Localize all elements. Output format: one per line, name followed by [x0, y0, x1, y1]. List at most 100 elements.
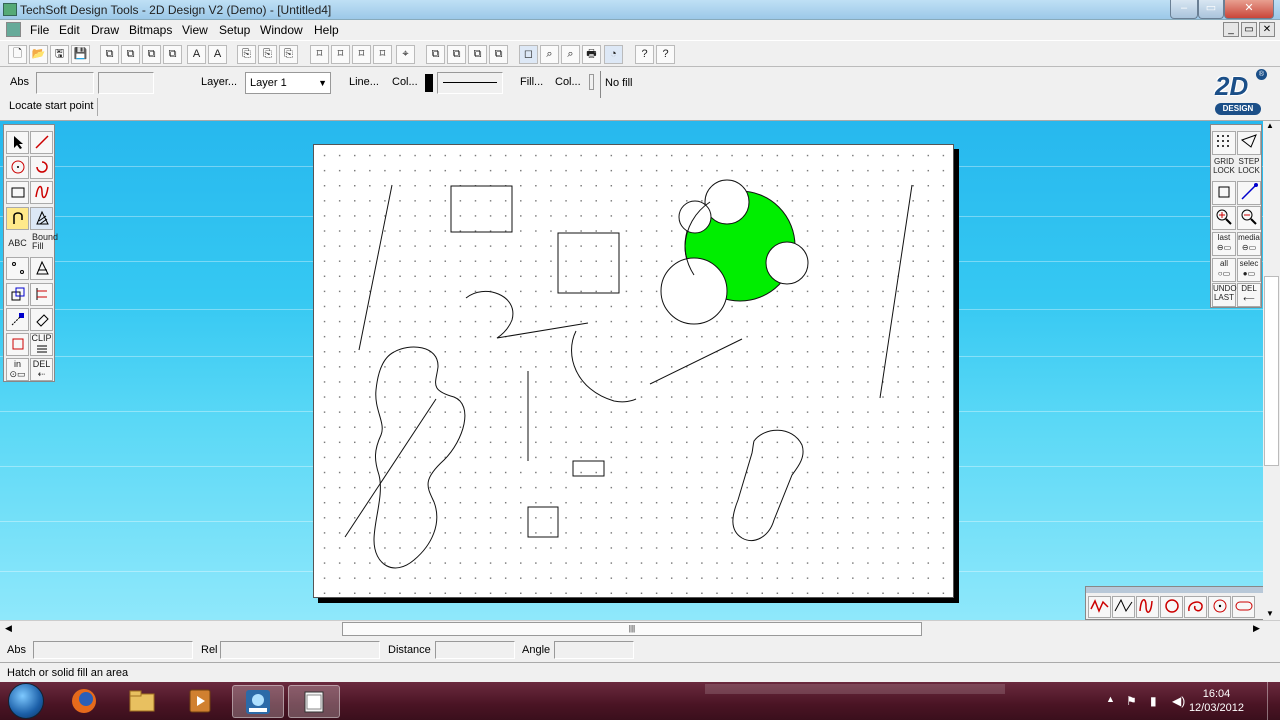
angle-snap-icon[interactable]	[1237, 131, 1261, 155]
menu-draw[interactable]: Draw	[91, 23, 119, 37]
move-icon[interactable]: ⌖	[396, 45, 415, 64]
zoom-in-icon[interactable]	[1212, 206, 1236, 230]
offset-tool[interactable]	[6, 283, 29, 306]
delete-tool[interactable]: DEL ⇠	[30, 358, 53, 381]
menu-help[interactable]: Help	[314, 23, 339, 37]
mirror-icon[interactable]: ⧉	[121, 45, 140, 64]
cut-icon[interactable]: ⎘	[237, 45, 256, 64]
zoom-icon[interactable]: ⌕	[561, 45, 580, 64]
fill-color-swatch[interactable]	[589, 74, 594, 90]
window-taskbar-icon[interactable]	[288, 685, 340, 718]
abs-y-field[interactable]	[98, 72, 154, 94]
mdi-restore-button[interactable]: ▭	[1241, 22, 1257, 37]
line-shape[interactable]	[358, 184, 393, 351]
rotate-icon[interactable]: ⧉	[142, 45, 161, 64]
drawing-sheet[interactable]	[313, 144, 954, 598]
curve-tool[interactable]	[30, 181, 53, 204]
zoom-window-icon[interactable]: ◻	[519, 45, 538, 64]
vertical-scrollbar[interactable]: ▲ ▼	[1263, 121, 1280, 621]
show-desktop-button[interactable]	[1267, 682, 1280, 720]
zoom-fit-icon[interactable]: ⌕	[540, 45, 559, 64]
line-snap-icon[interactable]	[1237, 181, 1261, 205]
angle-field[interactable]	[554, 641, 634, 659]
signal-icon[interactable]: ▮	[1150, 694, 1157, 708]
scroll-up-icon[interactable]: ▲	[1266, 121, 1274, 130]
point-tool[interactable]	[6, 257, 29, 280]
text-tool[interactable]: ABC	[6, 232, 29, 255]
rectangle-shape[interactable]	[450, 185, 513, 233]
layer-button[interactable]: Layer...	[197, 72, 237, 94]
capsule-shape[interactable]	[732, 429, 804, 542]
copy-icon[interactable]: ⧉	[100, 45, 119, 64]
hatch-tool[interactable]	[30, 257, 53, 280]
help-icon[interactable]: ?	[656, 45, 675, 64]
snap-in-tool[interactable]: in ⊙▭	[6, 358, 29, 381]
restore-button[interactable]: ▭	[1198, 0, 1224, 19]
eraser-tool[interactable]	[30, 308, 53, 331]
rel-coord-field[interactable]	[220, 641, 380, 659]
mdi-close-button[interactable]: ✕	[1259, 22, 1275, 37]
line-color-button[interactable]: Col...	[388, 72, 422, 94]
abs-x-field[interactable]	[36, 72, 94, 94]
web-icon[interactable]: ◔	[604, 45, 623, 64]
text-style-icon[interactable]: A	[208, 45, 227, 64]
select-button[interactable]: selec ●▭	[1237, 258, 1261, 282]
menu-setup[interactable]: Setup	[219, 23, 250, 37]
layer-tool-icon[interactable]: ⧉	[489, 45, 508, 64]
explorer-taskbar-icon[interactable]	[116, 685, 168, 718]
scroll-right-icon[interactable]: ▶	[1253, 623, 1260, 634]
menu-bitmaps[interactable]: Bitmaps	[129, 23, 172, 37]
app-icon[interactable]	[3, 3, 17, 16]
zoom-media-button[interactable]: media ⊖▭	[1237, 232, 1261, 256]
horizontal-scroll-thumb[interactable]: |||	[342, 622, 922, 636]
zoom-out-icon[interactable]	[1237, 206, 1261, 230]
dimension-tool[interactable]	[30, 283, 53, 306]
abs-coord-field[interactable]	[33, 641, 193, 659]
horizontal-scrollbar[interactable]: ◀ ||| ▶	[0, 620, 1280, 638]
open-file-icon[interactable]: 📂	[29, 45, 48, 64]
select-all-button[interactable]: all ○▭	[1212, 258, 1236, 282]
volume-icon[interactable]: ◀)	[1172, 694, 1185, 708]
group-icon[interactable]: ⌑	[352, 45, 371, 64]
vertical-scroll-thumb[interactable]	[1264, 276, 1279, 466]
line-button[interactable]: Line...	[345, 72, 383, 94]
tray-show-hidden-icon[interactable]: ▲	[1106, 694, 1115, 704]
copy-clipboard-icon[interactable]: ⎘	[258, 45, 277, 64]
new-file-icon[interactable]: 🗋	[8, 45, 27, 64]
context-help-icon[interactable]: ?	[635, 45, 654, 64]
rectangle-shape[interactable]	[572, 460, 605, 477]
zoom-last-button[interactable]: last ⊖▭	[1212, 232, 1236, 256]
media-player-taskbar-icon[interactable]	[174, 685, 226, 718]
menu-view[interactable]: View	[182, 23, 208, 37]
pointer-tool[interactable]	[6, 131, 29, 154]
circle-tool[interactable]	[6, 156, 29, 179]
distance-field[interactable]	[435, 641, 515, 659]
pattern-tool-icon[interactable]: ⧉	[468, 45, 487, 64]
step-lock-toggle[interactable]: STEP LOCK	[1237, 157, 1261, 181]
menu-edit[interactable]: Edit	[59, 23, 80, 37]
ellipse-icon[interactable]	[1208, 596, 1231, 618]
print-icon[interactable]: 🖶	[582, 45, 601, 64]
filled-circle-group[interactable]	[660, 179, 809, 325]
loop-icon[interactable]	[1160, 596, 1183, 618]
ungroup-icon[interactable]: ⌑	[373, 45, 392, 64]
clip-tool[interactable]: CLIP	[30, 333, 53, 356]
fill-color-button[interactable]: Col...	[551, 72, 585, 94]
freeform-shape[interactable]	[373, 346, 466, 569]
scroll-left-icon[interactable]: ◀	[5, 623, 12, 634]
hatch-tool-icon[interactable]: ⧉	[447, 45, 466, 64]
line-style-field[interactable]	[437, 72, 503, 94]
line-shape[interactable]	[344, 398, 437, 538]
undo-last-button[interactable]: UNDO LAST	[1212, 283, 1237, 307]
square-snap-icon[interactable]	[1212, 181, 1236, 205]
palette-title-bar[interactable]	[1086, 587, 1264, 593]
paste-icon[interactable]: ⎘	[279, 45, 298, 64]
mdi-minimize-button[interactable]: _	[1223, 22, 1239, 37]
align-icon[interactable]: ⌑	[310, 45, 329, 64]
line-tool[interactable]	[30, 131, 53, 154]
rectangle-tool[interactable]	[6, 181, 29, 204]
bound-fill-tool[interactable]	[30, 207, 53, 230]
scroll-down-icon[interactable]: ▼	[1266, 609, 1274, 618]
network-icon[interactable]: ⚑	[1126, 694, 1137, 708]
transform-tool[interactable]	[6, 308, 29, 331]
